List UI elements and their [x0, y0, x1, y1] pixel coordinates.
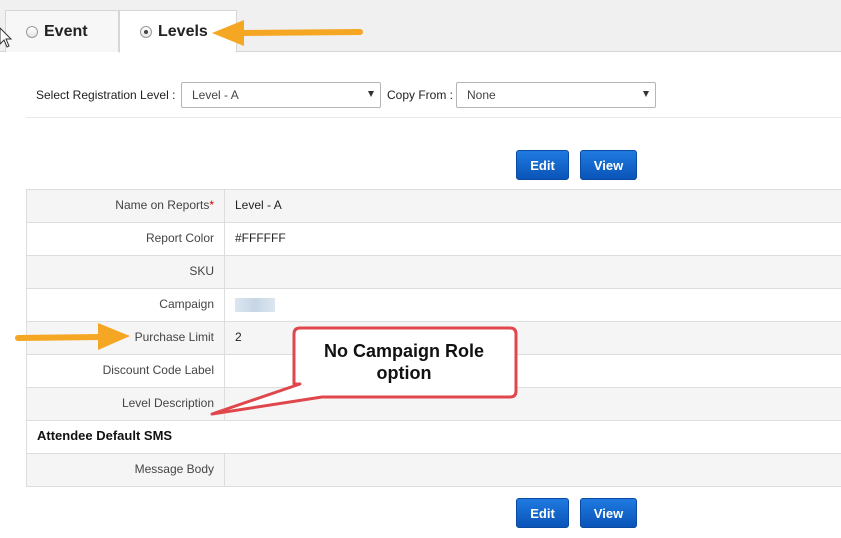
event-radio-icon[interactable] [26, 25, 38, 38]
required-marker: * [209, 198, 214, 212]
filters-row: Select Registration Level : Level - A Co… [26, 82, 841, 118]
table-row: SKU [27, 256, 841, 289]
table-row: Report Color #FFFFFF [27, 223, 841, 256]
tab-levels-label: Levels [158, 22, 208, 40]
campaign-label: Campaign [27, 289, 225, 321]
callout-line-1: No Campaign Role [323, 341, 484, 361]
discount-code-label-label: Discount Code Label [27, 355, 225, 387]
message-body-label: Message Body [27, 454, 225, 486]
view-button-top[interactable]: View [580, 150, 637, 180]
report-color-value: #FFFFFF [235, 231, 286, 245]
table-row: Campaign [27, 289, 841, 322]
edit-button-top[interactable]: Edit [516, 150, 569, 180]
copy-from-select[interactable]: None [456, 82, 656, 108]
name-on-reports-label: Name on Reports* [27, 190, 225, 222]
table-row: Name on Reports* Level - A [27, 190, 841, 223]
level-select-label: Select Registration Level : [36, 88, 176, 102]
tab-levels[interactable]: Levels [119, 10, 237, 53]
report-color-label: Report Color [27, 223, 225, 255]
table-row: Attendee Default SMS [27, 421, 841, 454]
sku-label: SKU [27, 256, 225, 288]
message-body-value [225, 454, 841, 486]
levels-radio-icon[interactable] [140, 25, 152, 38]
level-select[interactable]: Level - A [181, 82, 381, 108]
tab-event-label: Event [44, 22, 88, 40]
sku-value [225, 256, 841, 288]
chevron-down-icon [368, 91, 374, 97]
name-on-reports-value: Level - A [235, 198, 282, 212]
tab-event[interactable]: Event [5, 10, 119, 52]
attendee-default-sms-heading: Attendee Default SMS [37, 428, 173, 443]
callout-text: No Campaign Role option [292, 340, 516, 384]
view-button-bottom[interactable]: View [580, 498, 637, 528]
copy-from-value: None [467, 88, 496, 102]
level-details-table: Name on Reports* Level - A Report Color … [26, 189, 841, 487]
redacted-value [235, 297, 275, 312]
chevron-down-icon [643, 91, 649, 97]
table-row: Message Body [27, 454, 841, 487]
level-description-label: Level Description [27, 388, 225, 420]
copy-from-label: Copy From : [387, 88, 454, 102]
table-row: Level Description [27, 388, 841, 421]
level-description-value [225, 388, 841, 420]
callout-line-2: option [376, 363, 432, 383]
tab-bar: Event Levels [0, 0, 841, 53]
edit-button-bottom[interactable]: Edit [516, 498, 569, 528]
campaign-value [225, 289, 841, 321]
level-select-value: Level - A [192, 88, 239, 102]
purchase-limit-label: Purchase Limit [27, 322, 225, 354]
